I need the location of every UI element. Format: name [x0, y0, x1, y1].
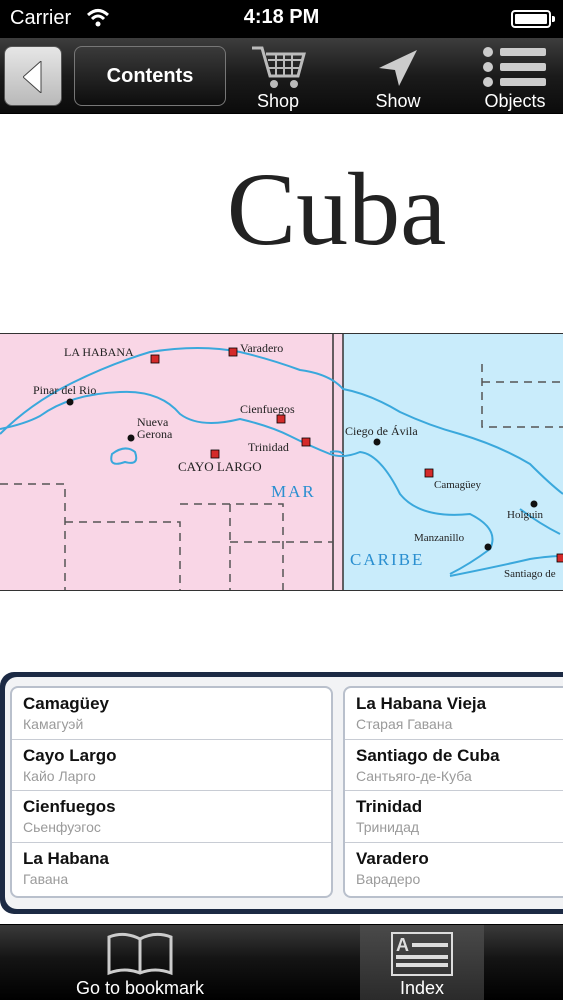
index-button[interactable]: A Index	[360, 925, 484, 1000]
places-list-right: La Habana Vieja Старая Гавана Santiago d…	[343, 686, 563, 898]
place-name: Santiago de Cuba	[356, 745, 500, 765]
back-button[interactable]	[4, 46, 62, 106]
place-name: Varadero	[356, 848, 429, 868]
map-label-manzanillo: Manzanillo	[414, 532, 465, 544]
marker-varadero[interactable]	[228, 347, 238, 357]
top-toolbar: Contents Shop Show Objects	[0, 38, 563, 114]
map-label-gerona: Gerona	[137, 427, 173, 441]
marker-cayo-largo[interactable]	[210, 449, 220, 459]
objects-label: Objects	[484, 91, 546, 111]
map-label-cayo: CAYO LARGO	[178, 459, 262, 474]
places-list-left: Camagüey Камагуэй Cayo Largo Кайо Ларго …	[10, 686, 333, 898]
shop-label: Shop	[256, 91, 300, 111]
place-translation: Варадеро	[356, 870, 421, 887]
index-label: Index	[399, 978, 445, 998]
place-translation: Тринидад	[356, 819, 420, 835]
list-item[interactable]: Cayo Largo Кайо Ларго	[12, 740, 331, 791]
battery-icon	[511, 10, 555, 28]
list-item[interactable]: La Habana Гавана	[12, 843, 331, 895]
map-label-varadero: Varadero	[240, 341, 283, 355]
show-button[interactable]: Show	[358, 42, 438, 112]
map-divider	[333, 334, 343, 590]
objects-button[interactable]: Objects	[470, 42, 560, 112]
place-translation: Старая Гавана	[356, 716, 453, 732]
go-to-bookmark-label: Go to bookmark	[75, 978, 205, 998]
marker-la-habana[interactable]	[150, 354, 160, 364]
bottom-tab-bar: Go to bookmark A Index	[0, 924, 563, 1000]
place-name: Trinidad	[356, 797, 423, 816]
list-item[interactable]: Camagüey Камагуэй	[12, 688, 331, 740]
location-arrow-icon	[379, 50, 417, 86]
marker-trinidad[interactable]	[301, 437, 311, 447]
place-translation: Сантьяго-де-Куба	[356, 767, 472, 784]
map-label-pinar: Pinar del Rio	[33, 383, 96, 397]
map-label-santiago: Santiago de	[504, 568, 556, 580]
list-item[interactable]: Cienfuegos Сьенфуэгос	[12, 791, 331, 843]
map-label-caribe: CARIBE	[350, 550, 424, 569]
show-label: Show	[375, 91, 421, 111]
index-icon: A	[391, 932, 453, 976]
marker-camaguey[interactable]	[424, 468, 434, 478]
place-name: Cayo Largo	[23, 745, 117, 765]
svg-text:A: A	[396, 935, 409, 955]
go-to-bookmark-button[interactable]: Go to bookmark	[40, 925, 240, 1000]
cart-icon	[252, 46, 306, 88]
place-translation: Гавана	[23, 870, 69, 887]
cuba-map[interactable]: LA HABANA Varadero Pinar del Rio Nueva G…	[0, 333, 563, 591]
map-label-cienfuegos: Cienfuegos	[240, 402, 295, 416]
list-item[interactable]: Santiago de Cuba Сантьяго-де-Куба	[345, 740, 563, 791]
shop-button[interactable]: Shop	[240, 42, 316, 112]
page-title: Cuba	[226, 152, 447, 267]
contents-button[interactable]: Contents	[74, 46, 226, 106]
place-name: La Habana Vieja	[356, 694, 487, 713]
map-label-camaguey: Camagüey	[434, 479, 482, 491]
place-name: Camagüey	[23, 694, 109, 713]
map-region-west	[0, 334, 333, 590]
list-item[interactable]: Varadero Варадеро	[345, 843, 563, 895]
list-item[interactable]: La Habana Vieja Старая Гавана	[345, 688, 563, 740]
place-translation: Камагуэй	[23, 716, 84, 732]
place-translation: Сьенфуэгос	[23, 819, 101, 835]
chevron-left-icon	[23, 61, 42, 93]
list-item[interactable]: Trinidad Тринидад	[345, 791, 563, 843]
place-name: Cienfuegos	[23, 797, 116, 816]
map-label-trinidad: Trinidad	[248, 440, 289, 454]
marker-santiago[interactable]	[556, 553, 563, 563]
map-label-la-habana: LA HABANA	[64, 345, 134, 359]
map-label-ciego: Ciego de Ávila	[345, 424, 418, 438]
book-icon	[107, 932, 173, 976]
marker-cienfuegos[interactable]	[276, 414, 286, 424]
status-bar: Carrier 4:18 PM	[0, 0, 563, 38]
place-translation: Кайо Ларго	[23, 767, 96, 784]
map-label-mar: MAR	[271, 482, 316, 501]
place-name: La Habana	[23, 848, 109, 868]
places-panel: Camagüey Камагуэй Cayo Largo Кайо Ларго …	[0, 672, 563, 914]
list-icon	[483, 47, 546, 87]
clock: 4:18 PM	[243, 6, 320, 28]
map-label-holguin: Holguin	[507, 509, 544, 521]
